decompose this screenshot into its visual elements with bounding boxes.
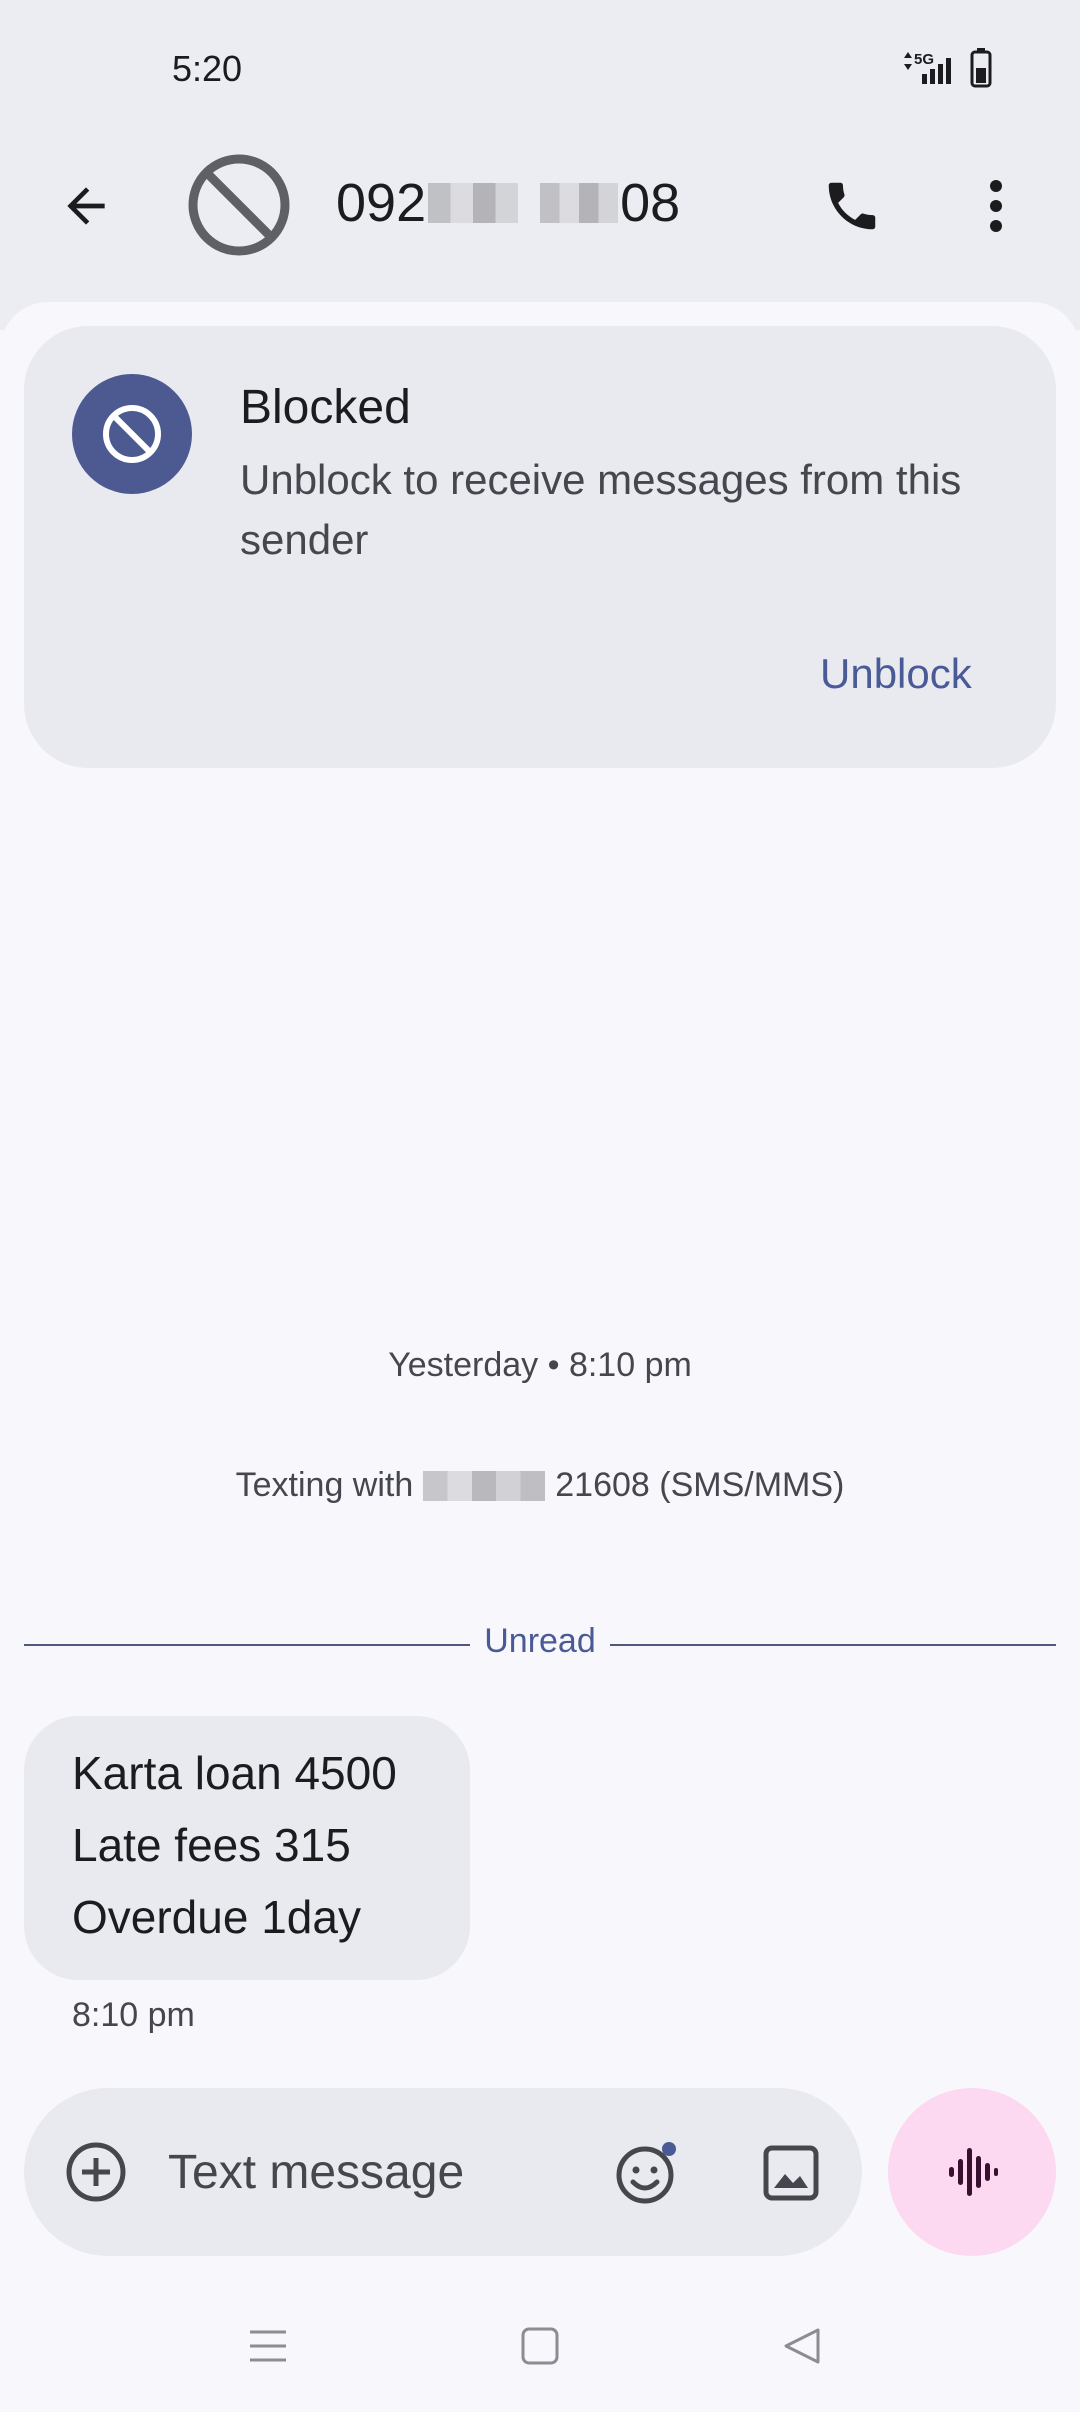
texting-with-info: Texting with 21608 (SMS/MMS) [0, 1466, 1080, 1505]
call-button[interactable] [806, 160, 898, 252]
contact-title[interactable]: 092 08 [336, 172, 680, 234]
status-icons: 5G [900, 44, 1010, 92]
blocked-description: Unblock to receive messages from this se… [240, 456, 962, 563]
message-bubble[interactable]: Karta loan 4500 Late fees 315 Overdue 1d… [24, 1716, 470, 1980]
blocked-badge [72, 374, 192, 494]
voice-message-button[interactable] [888, 2088, 1056, 2256]
gallery-button[interactable] [760, 2142, 822, 2204]
image-icon [763, 2145, 819, 2201]
arrow-back-icon [67, 187, 105, 225]
home-square-icon [521, 2327, 559, 2365]
message-time: 8:10 pm [72, 1996, 195, 2034]
unblock-button[interactable]: Unblock [820, 650, 972, 698]
back-button[interactable] [40, 160, 132, 252]
contact-number-prefix: 092 [336, 173, 427, 233]
unread-label: Unread [0, 1622, 1080, 1661]
nav-home-button[interactable] [518, 2324, 562, 2368]
message-line: Overdue 1day [72, 1891, 361, 1943]
redacted-digits [540, 183, 619, 223]
redacted-name [423, 1470, 546, 1501]
texting-with-prefix: Texting with [235, 1466, 414, 1504]
menu-icon [250, 2330, 286, 2362]
contact-number-suffix: 08 [620, 173, 681, 233]
text-message-input[interactable] [168, 2140, 588, 2204]
svg-text:5G: 5G [914, 51, 934, 68]
nav-recents-button[interactable] [246, 2324, 290, 2368]
status-time: 5:20 [172, 48, 243, 89]
phone-icon [828, 182, 876, 230]
signal-icon: 5G [904, 48, 992, 88]
blocked-title: Blocked [240, 381, 411, 434]
contact-avatar[interactable] [186, 152, 292, 258]
add-circle-icon [66, 2142, 126, 2202]
message-line: Late fees 315 [72, 1819, 351, 1871]
date-stamp: Yesterday • 8:10 pm [388, 1346, 692, 1384]
add-attachment-button[interactable] [64, 2140, 128, 2204]
block-icon [103, 405, 161, 463]
emoji-button[interactable] [614, 2140, 682, 2208]
redacted-digits [428, 183, 519, 223]
voice-wave-icon [949, 2148, 998, 2196]
back-triangle-icon [784, 2328, 820, 2364]
more-vert-icon [990, 180, 1002, 232]
texting-with-suffix: 21608 (SMS/MMS) [555, 1466, 845, 1504]
block-icon [188, 154, 290, 256]
nav-back-button[interactable] [780, 2324, 824, 2368]
message-line: Karta loan 4500 [72, 1747, 397, 1799]
emoji-icon [616, 2142, 676, 2204]
more-options-button[interactable] [950, 160, 1042, 252]
